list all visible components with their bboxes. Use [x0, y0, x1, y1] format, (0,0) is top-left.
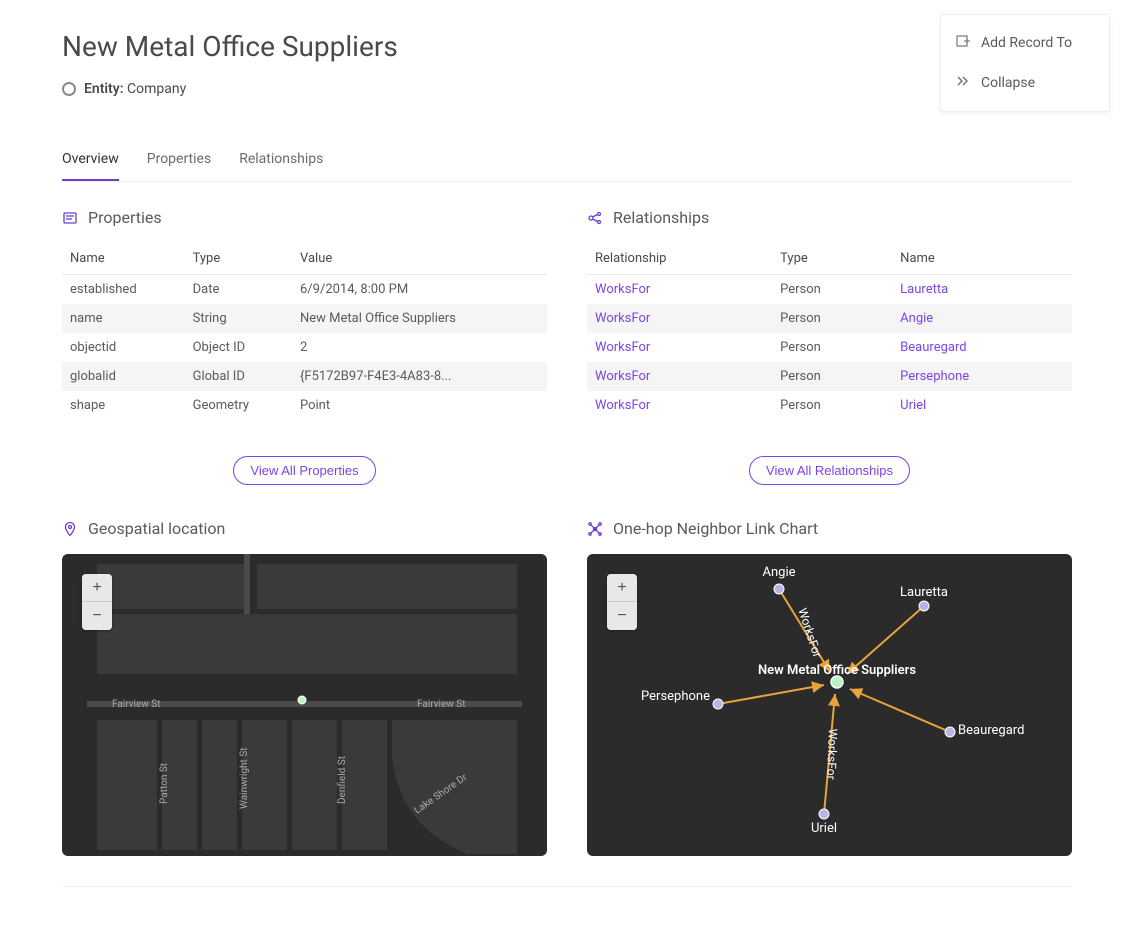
- properties-title: Properties: [88, 208, 162, 227]
- properties-col-type: Type: [185, 243, 292, 275]
- rel-col-type: Type: [772, 243, 892, 275]
- node-label: Beauregard: [958, 723, 1024, 738]
- street-label: Patton St: [159, 763, 170, 804]
- location-pin-icon: [62, 521, 78, 537]
- entity-indicator: Entity: Company: [62, 81, 398, 97]
- chart-zoom-control: + −: [607, 574, 637, 630]
- relationships-table: Relationship Type Name WorksFor Person L…: [587, 243, 1072, 420]
- geospatial-map[interactable]: Fairview St Fairview St Patton St Wainwr…: [62, 554, 547, 856]
- rel-link[interactable]: WorksFor: [595, 398, 650, 413]
- geospatial-panel: Geospatial location: [62, 519, 547, 856]
- node-label: Uriel: [811, 821, 837, 836]
- map-zoom-control: + −: [82, 574, 112, 630]
- table-row: established Date 6/9/2014, 8:00 PM: [62, 275, 547, 305]
- street-label: Fairview St: [112, 699, 161, 710]
- table-row: globalid Global ID {F5172B97-F4E3-4A83-8…: [62, 362, 547, 391]
- node-label: Lauretta: [900, 585, 948, 600]
- name-link[interactable]: Persephone: [900, 369, 969, 384]
- map-zoom-in-button[interactable]: +: [82, 574, 112, 602]
- relationships-icon: [587, 210, 603, 226]
- name-link[interactable]: Beauregard: [900, 340, 966, 355]
- entity-label: Entity:: [84, 81, 124, 97]
- table-row: WorksFor Person Beauregard: [587, 333, 1072, 362]
- rel-col-relationship: Relationship: [587, 243, 772, 275]
- chart-zoom-in-button[interactable]: +: [607, 574, 637, 602]
- properties-col-value: Value: [292, 243, 547, 275]
- entity-value: Company: [127, 81, 186, 97]
- properties-icon: [62, 210, 78, 226]
- rel-link[interactable]: WorksFor: [595, 282, 650, 297]
- table-row: WorksFor Person Persephone: [587, 362, 1072, 391]
- collapse-icon: [955, 73, 971, 93]
- linkchart-panel: One-hop Neighbor Link Chart: [587, 519, 1072, 856]
- street-label: Denfield St: [336, 756, 348, 804]
- link-chart[interactable]: Angie Lauretta Persephone Beauregard Uri…: [587, 554, 1072, 856]
- collapse-button[interactable]: Collapse: [941, 63, 1109, 103]
- map-zoom-out-button[interactable]: −: [82, 602, 112, 630]
- name-link[interactable]: Uriel: [900, 398, 926, 413]
- name-link[interactable]: Angie: [900, 311, 933, 326]
- relationships-panel: Relationships Relationship Type Name Wor…: [587, 208, 1072, 485]
- add-record-icon: [955, 33, 971, 53]
- rel-link[interactable]: WorksFor: [595, 340, 650, 355]
- linkchart-title: One-hop Neighbor Link Chart: [613, 519, 818, 538]
- entity-circle-icon: [62, 82, 76, 96]
- edge-label: WorksFor: [824, 728, 840, 780]
- table-row: WorksFor Person Angie: [587, 304, 1072, 333]
- view-all-relationships-button[interactable]: View All Relationships: [749, 456, 910, 485]
- add-record-to-label: Add Record To: [981, 35, 1072, 51]
- street-label: Fairview St: [417, 699, 466, 710]
- rel-link[interactable]: WorksFor: [595, 369, 650, 384]
- rel-col-name: Name: [892, 243, 1072, 275]
- add-record-to-button[interactable]: Add Record To: [941, 23, 1109, 63]
- table-row: shape Geometry Point: [62, 391, 547, 420]
- table-row: objectid Object ID 2: [62, 333, 547, 362]
- linkchart-icon: [587, 521, 603, 537]
- properties-panel: Properties Name Type Value established D…: [62, 208, 547, 485]
- tab-relationships[interactable]: Relationships: [239, 143, 323, 181]
- table-row: name String New Metal Office Suppliers: [62, 304, 547, 333]
- street-label: Wainwright St: [239, 747, 250, 809]
- name-link[interactable]: Lauretta: [900, 282, 948, 297]
- tab-properties[interactable]: Properties: [147, 143, 211, 181]
- table-row: WorksFor Person Lauretta: [587, 275, 1072, 305]
- properties-col-name: Name: [62, 243, 185, 275]
- node-label: Angie: [762, 565, 795, 580]
- chart-zoom-out-button[interactable]: −: [607, 602, 637, 630]
- collapse-label: Collapse: [981, 75, 1035, 91]
- node-label-center: New Metal Office Suppliers: [758, 663, 916, 678]
- view-all-properties-button[interactable]: View All Properties: [233, 456, 375, 485]
- tabs: Overview Properties Relationships: [62, 143, 1072, 182]
- node-label: Persephone: [641, 689, 710, 704]
- edge-label: WorksFor: [795, 606, 824, 659]
- page-title: New Metal Office Suppliers: [62, 30, 398, 63]
- tab-overview[interactable]: Overview: [62, 143, 119, 181]
- geospatial-title: Geospatial location: [88, 519, 225, 538]
- rel-link[interactable]: WorksFor: [595, 311, 650, 326]
- actions-menu: Add Record To Collapse: [940, 14, 1110, 112]
- bottom-divider: [62, 886, 1072, 887]
- relationships-title: Relationships: [613, 208, 709, 227]
- properties-table: Name Type Value established Date 6/9/201…: [62, 243, 547, 420]
- map-point-marker: [298, 696, 306, 704]
- table-row: WorksFor Person Uriel: [587, 391, 1072, 420]
